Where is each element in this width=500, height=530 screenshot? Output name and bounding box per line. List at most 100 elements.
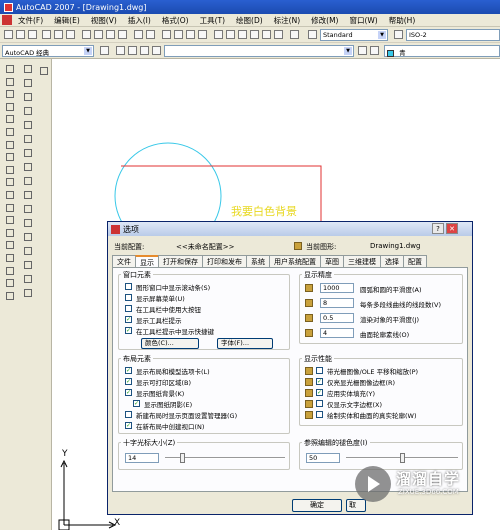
point-icon[interactable]: [6, 228, 14, 237]
properties-icon[interactable]: [214, 30, 223, 39]
tab-profiles[interactable]: 配置: [403, 255, 427, 267]
scale-icon[interactable]: [24, 163, 32, 171]
line-icon[interactable]: [6, 65, 14, 73]
chevron-down-icon[interactable]: ▼: [84, 47, 92, 55]
document-icon[interactable]: [2, 15, 12, 25]
preview-icon[interactable]: [54, 30, 63, 39]
stretch-icon[interactable]: [24, 177, 32, 185]
fillet-icon[interactable]: [24, 275, 32, 283]
dialog-help-button[interactable]: ?: [432, 223, 444, 234]
tooltips-checkbox[interactable]: ✓: [125, 316, 132, 323]
pan-icon[interactable]: [162, 30, 171, 39]
polyline-icon[interactable]: [6, 90, 14, 99]
scrollbars-checkbox[interactable]: [125, 283, 132, 290]
solid-fill-checkbox[interactable]: ✓: [316, 389, 323, 396]
raster-frame-checkbox[interactable]: ✓: [316, 378, 323, 385]
offset-icon[interactable]: [24, 107, 32, 115]
lock-icon[interactable]: [152, 46, 161, 55]
mirror-icon[interactable]: [24, 93, 32, 101]
shortcut-keys-checkbox[interactable]: ✓: [125, 327, 132, 334]
crosshair-size-input[interactable]: 14: [125, 453, 159, 463]
layout-tabs-checkbox[interactable]: ✓: [125, 367, 132, 374]
ok-button[interactable]: 确定: [292, 499, 342, 512]
ellipse-icon[interactable]: [6, 178, 14, 187]
menu-file[interactable]: 文件(F): [18, 15, 43, 26]
break-icon[interactable]: [24, 233, 32, 241]
menu-tools[interactable]: 工具(T): [200, 15, 225, 26]
screen-menu-checkbox[interactable]: [125, 294, 132, 301]
dialog-close-button[interactable]: ✕: [446, 223, 458, 234]
explode-icon[interactable]: [24, 289, 32, 297]
tab-open-save[interactable]: 打开和保存: [158, 255, 203, 267]
arc-icon[interactable]: [6, 128, 14, 136]
table-icon[interactable]: [6, 279, 14, 288]
chevron-down-icon[interactable]: ▼: [378, 31, 386, 39]
render-smoothness-input[interactable]: 0.5: [320, 313, 354, 323]
canvas-yellow-text[interactable]: 我要白色背景: [231, 203, 297, 219]
menu-help[interactable]: 帮助(H): [389, 15, 416, 26]
extend-icon[interactable]: [24, 205, 32, 213]
ellipse-arc-icon[interactable]: [6, 191, 14, 199]
gradient-icon[interactable]: [6, 254, 14, 262]
fonts-button[interactable]: 字体(F)...: [217, 338, 273, 349]
construction-line-icon[interactable]: [6, 77, 14, 86]
raster-pan-checkbox[interactable]: [316, 367, 323, 374]
publish-icon[interactable]: [66, 30, 75, 39]
tab-display[interactable]: 显示: [135, 255, 159, 267]
tab-selection[interactable]: 选择: [380, 255, 404, 267]
multiline-text-icon[interactable]: [6, 291, 14, 300]
workspace-select[interactable]: AutoCAD 经典 ▼: [2, 45, 94, 57]
contour-lines-input[interactable]: 4: [320, 328, 354, 338]
dim-style-select[interactable]: ISO-2: [406, 29, 500, 41]
menu-view[interactable]: 视图(V): [91, 15, 117, 26]
layer-previous-icon[interactable]: [370, 46, 379, 55]
rotate-icon[interactable]: [24, 149, 32, 157]
move-icon[interactable]: [24, 135, 32, 143]
sheet-set-icon[interactable]: [250, 30, 259, 39]
tab-user-preferences[interactable]: 用户系统配置: [269, 255, 321, 267]
insert-block-icon[interactable]: [6, 203, 14, 212]
text-style-select[interactable]: Standard ▼: [320, 29, 388, 41]
chevron-down-icon[interactable]: ▼: [344, 47, 352, 55]
xref-fade-input[interactable]: 50: [306, 453, 340, 463]
text-style-icon[interactable]: [308, 30, 317, 39]
tool-palettes-icon[interactable]: [238, 30, 247, 39]
save-icon[interactable]: [28, 30, 37, 39]
help-icon[interactable]: [290, 30, 299, 39]
trim-icon[interactable]: [24, 191, 32, 199]
crosshair-slider-thumb[interactable]: [179, 453, 185, 463]
colors-button[interactable]: 颜色(C)...: [141, 338, 199, 349]
rectangle-icon[interactable]: [6, 115, 14, 124]
tab-plot-publish[interactable]: 打印和发布: [202, 255, 247, 267]
zoom-window-icon[interactable]: [186, 30, 195, 39]
cut-icon[interactable]: [82, 30, 91, 39]
zoom-previous-icon[interactable]: [198, 30, 207, 39]
paper-shadow-checkbox[interactable]: ✓: [133, 400, 140, 407]
region-icon[interactable]: [6, 266, 14, 275]
tab-files[interactable]: 文件: [112, 255, 136, 267]
sun-icon[interactable]: [140, 46, 149, 55]
printable-area-checkbox[interactable]: ✓: [125, 378, 132, 385]
page-setup-manager-checkbox[interactable]: [125, 411, 132, 418]
xref-fade-slider-thumb[interactable]: [400, 453, 405, 463]
copy-icon[interactable]: [94, 30, 103, 39]
print-icon[interactable]: [42, 30, 51, 39]
tab-system[interactable]: 系统: [246, 255, 270, 267]
undo-icon[interactable]: [134, 30, 143, 39]
menu-dimension[interactable]: 标注(N): [274, 15, 300, 26]
create-viewport-checkbox[interactable]: ✓: [125, 422, 132, 429]
paper-background-checkbox[interactable]: ✓: [125, 389, 132, 396]
dimension-icon[interactable]: [40, 67, 48, 75]
lightbulb-icon[interactable]: [128, 46, 137, 55]
spline-icon[interactable]: [6, 165, 14, 174]
dialog-title-bar[interactable]: 选项 ? ✕: [108, 222, 472, 236]
revision-cloud-icon[interactable]: [6, 153, 14, 162]
large-buttons-checkbox[interactable]: [125, 305, 132, 312]
join-icon[interactable]: [24, 247, 32, 255]
break-at-point-icon[interactable]: [24, 219, 32, 227]
match-properties-icon[interactable]: [118, 30, 127, 39]
calculator-icon[interactable]: [274, 30, 283, 39]
layer-manager-icon[interactable]: [116, 46, 125, 55]
menu-insert[interactable]: 插入(I): [128, 15, 151, 26]
layer-select[interactable]: ▼: [164, 45, 354, 57]
